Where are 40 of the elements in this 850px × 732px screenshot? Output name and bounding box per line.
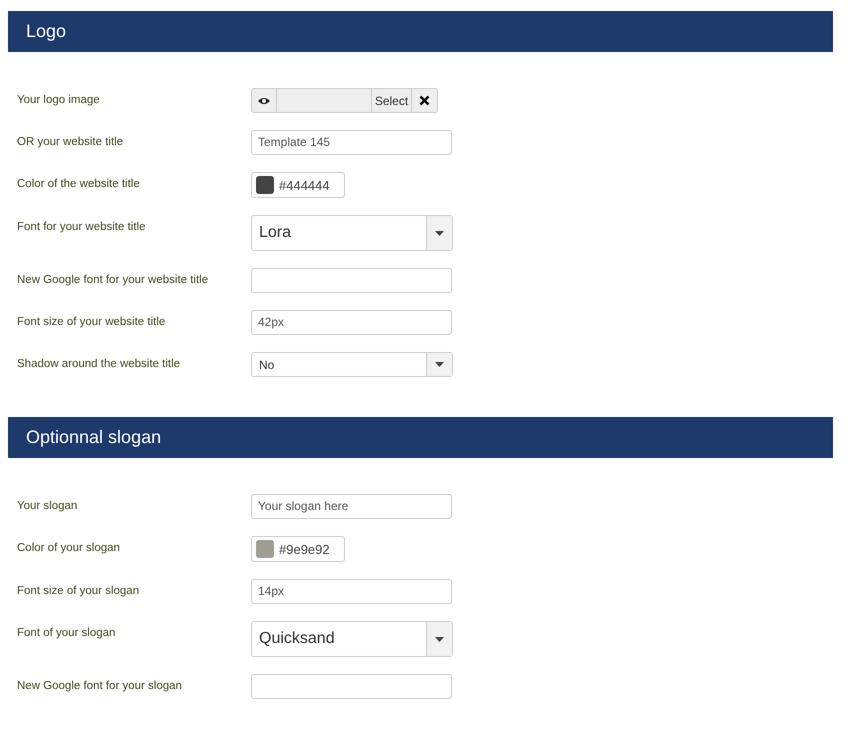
- color-field[interactable]: #444444: [251, 172, 345, 198]
- dropdown[interactable]: Lora: [251, 215, 453, 251]
- field-label: Color of your slogan: [16, 541, 121, 554]
- field-label: New Google font for your slogan: [16, 679, 183, 692]
- dropdown-toggle[interactable]: [426, 353, 452, 376]
- field-label: Your logo image: [16, 93, 101, 106]
- field-label: OR your website title: [16, 135, 124, 148]
- field-label: Color of the website title: [16, 177, 141, 190]
- field-label: Your slogan: [16, 499, 78, 512]
- section-header: Optionnal slogan: [8, 417, 833, 458]
- caret-icon: [435, 636, 444, 642]
- dropdown-value: Lora: [258, 223, 292, 243]
- field-label: Font for your website title: [16, 220, 146, 233]
- color-field[interactable]: #9e9e92: [251, 536, 345, 562]
- text-field[interactable]: Template 145: [251, 130, 452, 155]
- color-value: #444444: [279, 178, 330, 192]
- field-label: Font size of your website title: [16, 315, 166, 328]
- field-label: Font size of your slogan: [16, 584, 140, 597]
- dropdown-toggle[interactable]: [426, 622, 452, 656]
- text-field[interactable]: [251, 674, 452, 699]
- color-value: #9e9e92: [279, 542, 330, 556]
- dropdown-toggle[interactable]: [426, 216, 452, 250]
- field-label: Shadow around the website title: [16, 357, 182, 370]
- text-field[interactable]: 14px: [251, 579, 452, 604]
- dropdown-value: No: [258, 356, 276, 374]
- eye-icon: [258, 96, 270, 104]
- dropdown[interactable]: Quicksand: [251, 621, 453, 657]
- text-field[interactable]: [251, 268, 452, 293]
- field-label: Font of your slogan: [16, 626, 116, 639]
- dropdown-value: Quicksand: [258, 629, 336, 649]
- field-label: New Google font for your website title: [16, 273, 210, 286]
- section-header: Logo: [8, 11, 833, 52]
- dropdown[interactable]: No: [251, 352, 453, 377]
- close-icon: [419, 95, 430, 106]
- select-button[interactable]: Select: [372, 89, 412, 112]
- caret-icon: [435, 362, 444, 367]
- text-field[interactable]: Your slogan here: [251, 494, 452, 519]
- text-field[interactable]: 42px: [251, 310, 452, 335]
- caret-icon: [435, 230, 444, 236]
- preview-button[interactable]: [252, 89, 277, 112]
